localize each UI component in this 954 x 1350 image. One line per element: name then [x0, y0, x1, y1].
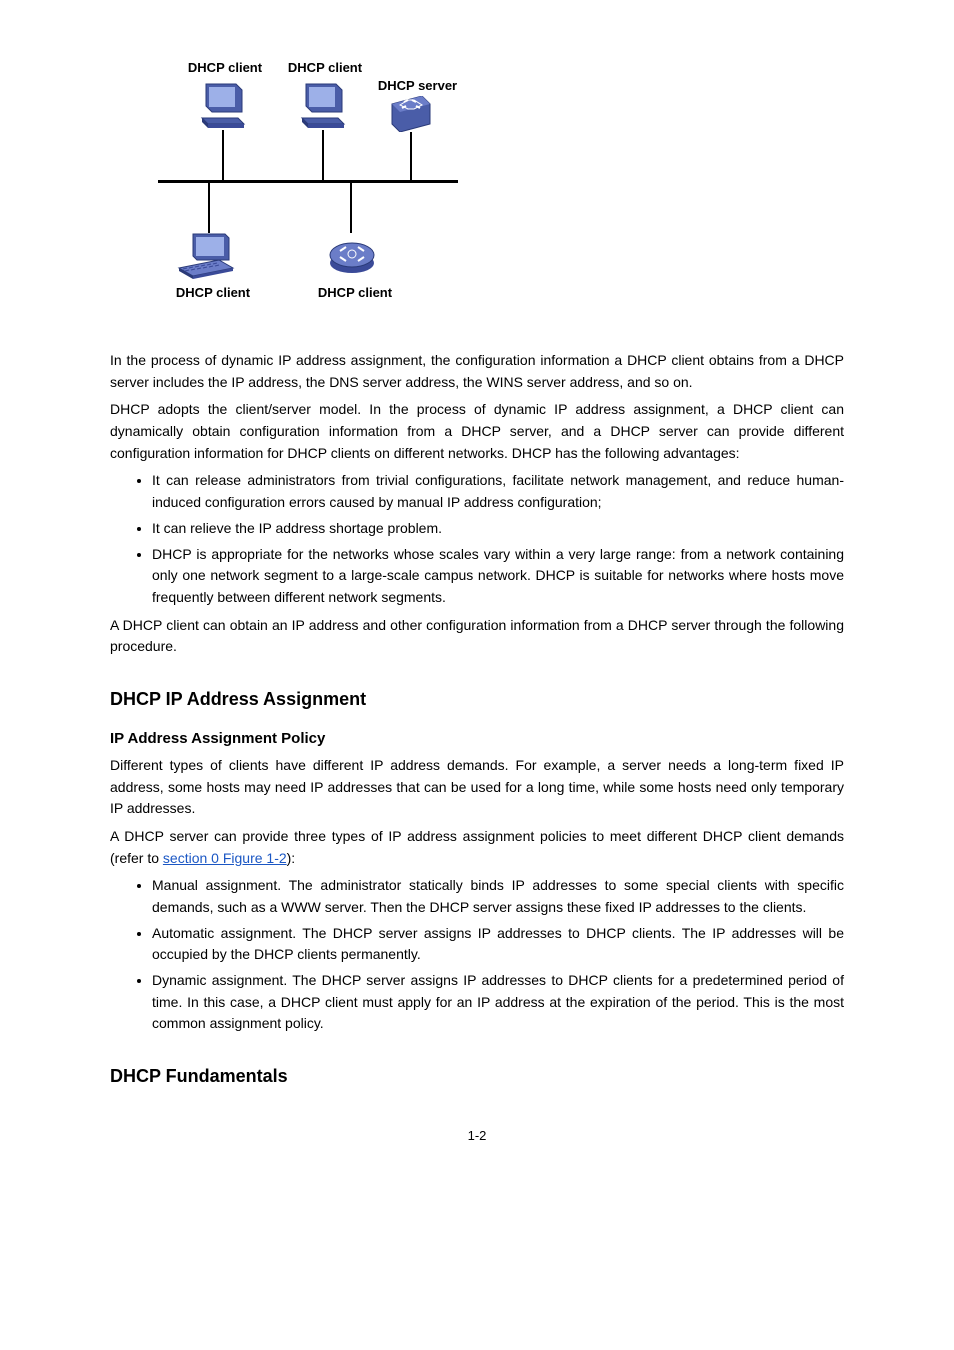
bus-line: [158, 180, 458, 183]
list-item-policy-3: Dynamic assignment. The DHCP server assi…: [152, 970, 844, 1035]
stub-top-left: [222, 130, 224, 180]
list-item-policy-1: Manual assignment. The administrator sta…: [152, 875, 844, 918]
switch-icon: [388, 96, 434, 132]
label-client-bottom-left: DHCP client: [168, 285, 258, 300]
paragraph-policy-2-tail: ):: [287, 850, 296, 866]
heading-dhcp-fundamentals: DHCP Fundamentals: [110, 1065, 844, 1088]
stub-server: [410, 132, 412, 180]
paragraph-intro: In the process of dynamic IP address ass…: [110, 350, 844, 393]
label-client-top-right: DHCP client: [280, 60, 370, 75]
stub-top-right: [322, 130, 324, 180]
device-pc-top-left: [198, 80, 248, 130]
device-switch-server: [388, 96, 434, 132]
heading-ip-policy: IP Address Assignment Policy: [110, 729, 844, 749]
device-laptop: [175, 232, 237, 282]
router-icon: [326, 235, 378, 277]
list-advantages: It can release administrators from trivi…: [110, 470, 844, 608]
label-client-bottom-right: DHCP client: [310, 285, 400, 300]
page-number: 1-2: [110, 1128, 844, 1143]
paragraph-policy-2: A DHCP server can provide three types of…: [110, 826, 844, 869]
device-pc-top-right: [298, 80, 348, 130]
stub-bottom-left: [208, 183, 210, 233]
paragraph-fundamentals-intro: A DHCP client can obtain an IP address a…: [110, 615, 844, 658]
list-item-adv-2: It can relieve the IP address shortage p…: [152, 518, 844, 540]
paragraph-policy-1: Different types of clients have differen…: [110, 755, 844, 820]
list-item-policy-2: Automatic assignment. The DHCP server as…: [152, 923, 844, 966]
page: DHCP client DHCP client DHCP server: [0, 0, 954, 1350]
heading-ip-assignment: DHCP IP Address Assignment: [110, 688, 844, 711]
pc-icon: [198, 80, 248, 130]
stub-bottom-right: [350, 183, 352, 233]
label-client-top-left: DHCP client: [180, 60, 270, 75]
list-item-adv-1: It can release administrators from trivi…: [152, 470, 844, 513]
laptop-icon: [175, 232, 237, 282]
list-policies: Manual assignment. The administrator sta…: [110, 875, 844, 1035]
label-server: DHCP server: [370, 78, 465, 93]
figure-dhcp-topology: DHCP client DHCP client DHCP server: [140, 60, 460, 340]
paragraph-advantages-intro: DHCP adopts the client/server model. In …: [110, 399, 844, 464]
xref-figure-1-2[interactable]: section 0 Figure 1-2: [163, 850, 287, 866]
list-item-adv-3: DHCP is appropriate for the networks who…: [152, 544, 844, 609]
pc-icon: [298, 80, 348, 130]
device-router: [326, 235, 378, 277]
